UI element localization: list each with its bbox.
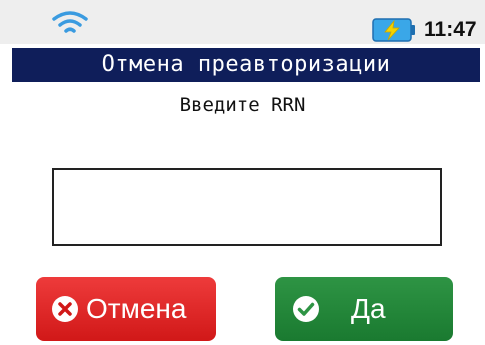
check-circle-icon	[293, 296, 319, 322]
cancel-button-label: Отмена	[86, 293, 187, 324]
ok-button[interactable]: Да	[275, 277, 453, 341]
x-circle-icon	[52, 296, 78, 322]
wifi-icon	[52, 11, 88, 33]
rrn-input[interactable]	[52, 168, 442, 246]
cancel-button[interactable]: Отмена	[36, 277, 216, 341]
clock-time: 11:47	[424, 18, 477, 41]
rrn-prompt: Введите RRN	[179, 94, 306, 116]
battery-charging-icon	[372, 18, 415, 42]
status-bar: 11:47	[0, 0, 485, 44]
screen-title: Отмена преавторизации	[12, 48, 480, 82]
ok-button-label: Да	[351, 293, 386, 324]
